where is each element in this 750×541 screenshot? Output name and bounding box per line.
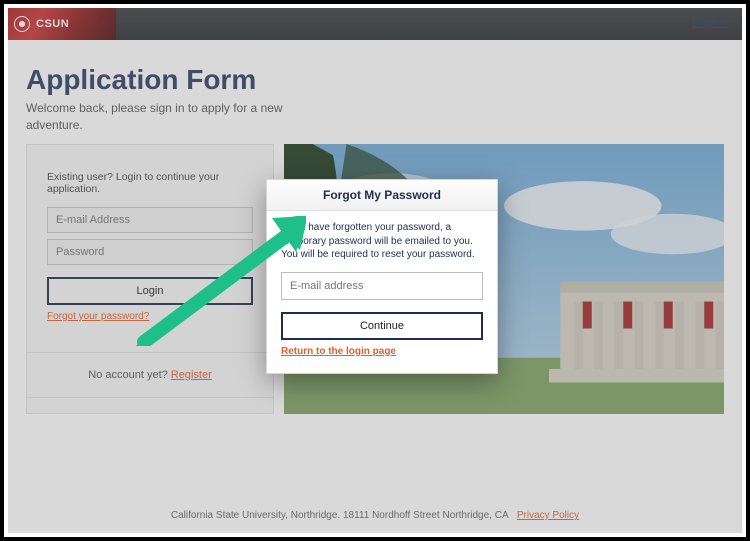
continue-button[interactable]: Continue — [281, 312, 483, 340]
modal-title: Forgot My Password — [267, 180, 497, 211]
return-login-link[interactable]: Return to the login page — [281, 346, 396, 357]
modal-message: If you have forgotten your password, a t… — [281, 221, 483, 262]
modal-body: If you have forgotten your password, a t… — [267, 211, 497, 373]
modal-email-field[interactable] — [281, 272, 483, 300]
forgot-password-modal: Forgot My Password If you have forgotten… — [266, 179, 498, 374]
